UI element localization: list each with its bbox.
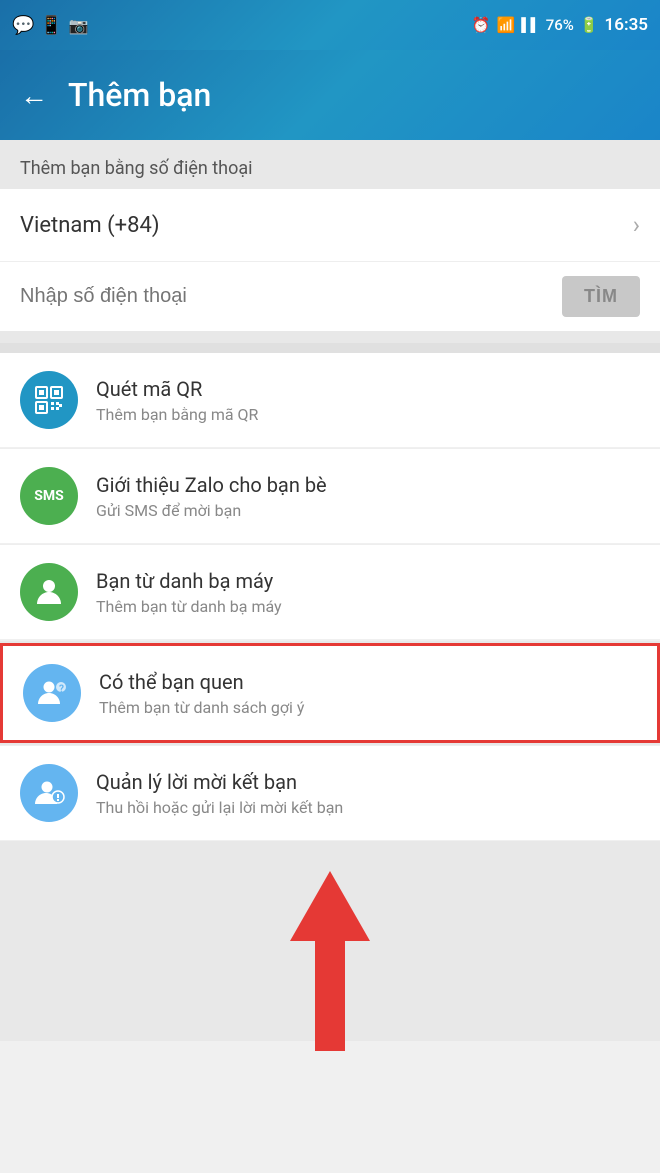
status-bar-left: 💬 📱 📷 (12, 15, 89, 36)
svg-text:?: ? (59, 684, 64, 695)
manage-text: Quản lý lời mời kết bạn Thu hồi hoặc gửi… (96, 770, 640, 817)
status-bar-right: ⏰ 📶 ▌▌ 76% 🔋 16:35 (472, 15, 648, 35)
list-item-sms[interactable]: SMS Giới thiệu Zalo cho bạn bè Gửi SMS đ… (0, 449, 660, 544)
suggest-subtitle: Thêm bạn từ danh sách gợi ý (99, 698, 637, 717)
signal-icon: ▌▌ (521, 17, 539, 33)
divider (0, 343, 660, 353)
app-header: ← Thêm bạn (0, 50, 660, 140)
suggest-text: Có thể bạn quen Thêm bạn từ danh sách gợ… (99, 670, 637, 717)
wifi-icon: 📶 (497, 16, 516, 34)
qr-text: Quét mã QR Thêm bạn bằng mã QR (96, 377, 640, 424)
country-selector[interactable]: Vietnam (+84) › (0, 189, 660, 262)
time-display: 16:35 (605, 15, 648, 35)
page-title: Thêm bạn (68, 76, 211, 114)
qr-icon (20, 371, 78, 429)
sms-title: Giới thiệu Zalo cho bạn bè (96, 473, 640, 497)
manage-subtitle: Thu hồi hoặc gửi lại lời mời kết bạn (96, 798, 640, 817)
divider4 (0, 640, 660, 641)
list-item-qr[interactable]: Quét mã QR Thêm bạn bằng mã QR (0, 353, 660, 448)
main-content: Thêm bạn bằng số điện thoại Vietnam (+84… (0, 140, 660, 841)
sms-icon: SMS (20, 467, 78, 525)
back-button[interactable]: ← (20, 79, 48, 112)
phone-input[interactable] (20, 285, 562, 308)
arrow-container (0, 841, 660, 1041)
phone-input-row: TÌM (0, 262, 660, 331)
chevron-right-icon: › (633, 211, 640, 239)
alarm-icon: ⏰ (472, 16, 491, 34)
phonebook-text: Bạn từ danh bạ máy Thêm bạn từ danh bạ m… (96, 569, 640, 616)
phonebook-title: Bạn từ danh bạ máy (96, 569, 640, 593)
red-arrow (280, 871, 380, 1051)
list-item-suggest[interactable]: ? Có thể bạn quen Thêm bạn từ danh sách … (0, 643, 660, 743)
list-item-manage[interactable]: Quản lý lời mời kết bạn Thu hồi hoặc gửi… (0, 746, 660, 841)
manage-icon (20, 764, 78, 822)
messenger-icon: 💬 (12, 15, 34, 36)
manage-title: Quản lý lời mời kết bạn (96, 770, 640, 794)
country-text: Vietnam (+84) (20, 213, 160, 238)
sms-subtitle: Gửi SMS để mời bạn (96, 501, 640, 520)
battery-percent: 76% (546, 16, 574, 34)
search-button[interactable]: TÌM (562, 276, 640, 317)
qr-subtitle: Thêm bạn bằng mã QR (96, 405, 640, 424)
sms-text: Giới thiệu Zalo cho bạn bè Gửi SMS để mờ… (96, 473, 640, 520)
list-item-phonebook[interactable]: Bạn từ danh bạ máy Thêm bạn từ danh bạ m… (0, 545, 660, 640)
camera-icon: 📷 (69, 16, 89, 35)
status-bar: 💬 📱 📷 ⏰ 📶 ▌▌ 76% 🔋 16:35 (0, 0, 660, 50)
suggest-title: Có thể bạn quen (99, 670, 637, 694)
qr-title: Quét mã QR (96, 377, 640, 401)
phonebook-subtitle: Thêm bạn từ danh bạ máy (96, 597, 640, 616)
phonebook-icon (20, 563, 78, 621)
battery-icon: 🔋 (580, 16, 599, 34)
section-label: Thêm bạn bằng số điện thoại (0, 140, 660, 189)
suggest-icon: ? (23, 664, 81, 722)
line-icon: 📱 (40, 15, 62, 36)
